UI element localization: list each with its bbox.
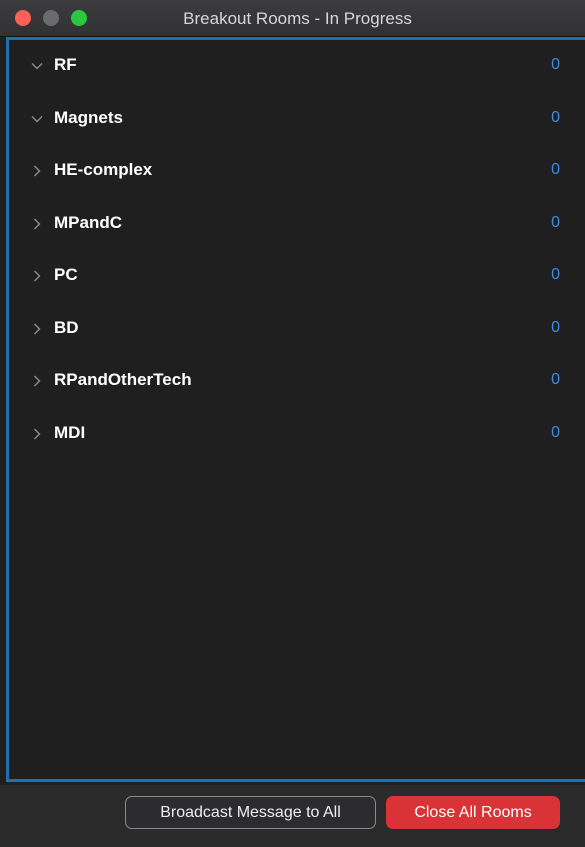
room-name: RF (54, 55, 77, 74)
room-name: PC (54, 265, 78, 284)
chevron-right-icon[interactable] (30, 164, 44, 178)
room-name: BD (54, 317, 79, 337)
room-row[interactable]: MPandC 0 (0, 208, 585, 248)
chevron-right-icon[interactable] (30, 217, 44, 231)
room-participant-count: 0 (551, 318, 560, 336)
room-row[interactable]: RPandOtherTech 0 (0, 365, 585, 405)
room-name: HE-complex (54, 160, 153, 179)
room-participant-count: 0 (551, 161, 560, 178)
chevron-down-icon[interactable] (30, 59, 44, 73)
chevron-right-icon[interactable] (30, 269, 44, 283)
footer-bar: Broadcast Message to All Close All Rooms (0, 785, 585, 847)
room-row[interactable]: PC 0 (0, 260, 585, 300)
chevron-down-icon[interactable] (30, 112, 44, 126)
room-participant-count: 0 (551, 108, 560, 126)
room-name: Magnets (54, 107, 123, 127)
close-all-rooms-button[interactable]: Close All Rooms (386, 796, 560, 829)
window-title: Breakout Rooms - In Progress (183, 9, 412, 28)
room-name: MPandC (54, 212, 122, 232)
room-participant-count: 0 (551, 56, 560, 73)
broadcast-message-button[interactable]: Broadcast Message to All (125, 796, 376, 829)
room-participant-count: 0 (551, 423, 560, 441)
room-participant-count: 0 (551, 266, 560, 283)
room-participant-count: 0 (551, 213, 560, 231)
chevron-right-icon[interactable] (30, 322, 44, 336)
breakout-rooms-window: Breakout Rooms - In Progress RF 0 Magnets 0… (0, 0, 585, 847)
chevron-right-icon[interactable] (30, 374, 44, 388)
room-name: MDI (54, 422, 86, 442)
rooms-panel (6, 37, 585, 782)
chevron-right-icon[interactable] (30, 427, 44, 441)
room-row[interactable]: MDI 0 (0, 418, 585, 458)
room-name: RPandOtherTech (54, 370, 192, 389)
room-row[interactable]: BD 0 (0, 313, 585, 353)
title-bar[interactable]: Breakout Rooms - In Progress (0, 0, 585, 37)
room-row[interactable]: HE-complex 0 (0, 155, 585, 195)
room-participant-count: 0 (551, 371, 560, 388)
room-row[interactable]: Magnets 0 (0, 103, 585, 143)
room-row[interactable]: RF 0 (0, 50, 585, 90)
